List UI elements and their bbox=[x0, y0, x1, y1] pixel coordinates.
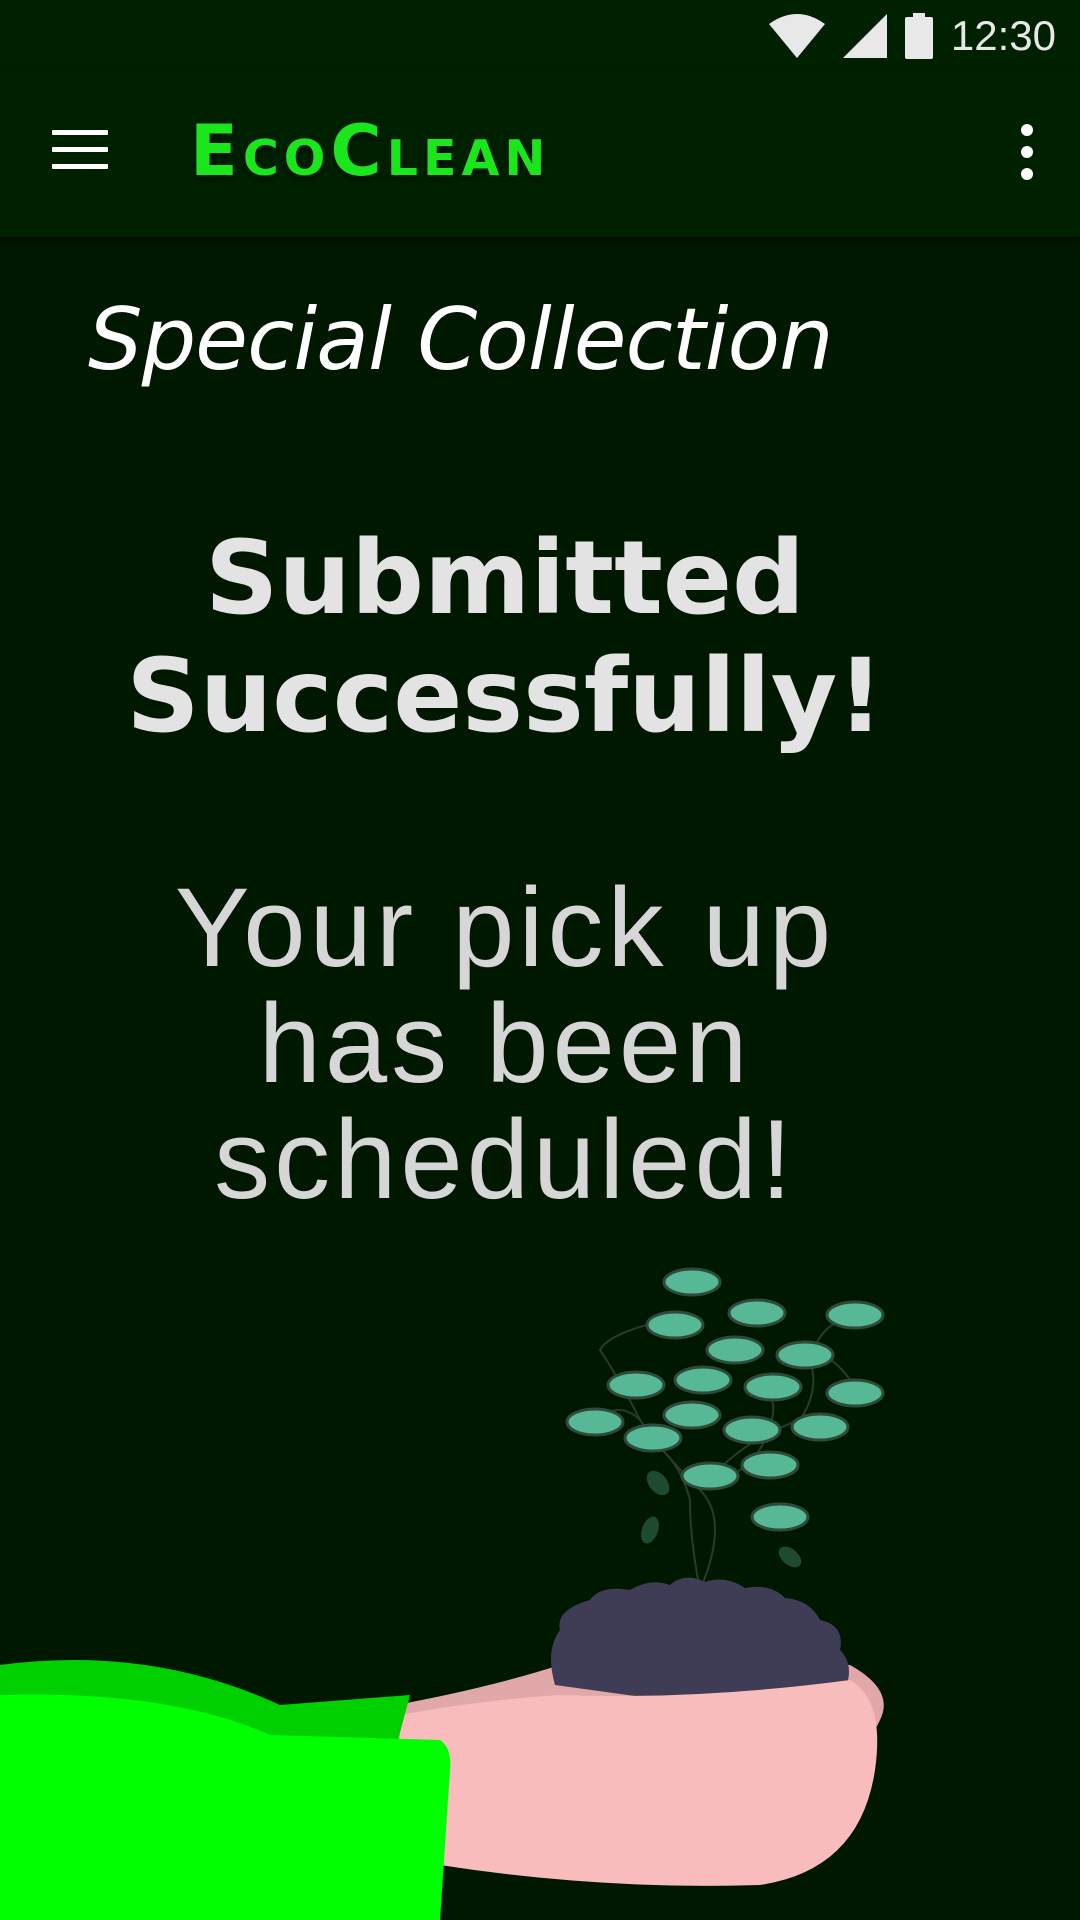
hand-holding-plant-illustration bbox=[0, 1267, 885, 1920]
hamburger-menu-icon[interactable] bbox=[52, 130, 108, 174]
success-headline: Submitted Successfully! bbox=[0, 520, 1010, 756]
status-icons: 12:30 bbox=[768, 10, 1056, 62]
status-bar: 12:30 bbox=[0, 0, 1080, 72]
battery-icon bbox=[904, 13, 933, 59]
section-title: Special Collection bbox=[88, 290, 834, 390]
wifi-icon bbox=[768, 14, 825, 58]
plant-leaves bbox=[565, 1267, 885, 1532]
message-line-3: scheduled! bbox=[214, 1097, 796, 1222]
message-line-1: Your pick up bbox=[174, 865, 836, 990]
confirmation-message: Your pick up has been scheduled! bbox=[0, 870, 1010, 1218]
app-title: EcoClean bbox=[190, 110, 551, 192]
message-line-2: has been bbox=[258, 981, 752, 1106]
more-vert-icon[interactable] bbox=[1014, 124, 1040, 182]
headline-line-2: Successfully! bbox=[126, 637, 884, 756]
headline-line-1: Submitted bbox=[204, 519, 806, 638]
hand-palm bbox=[400, 1680, 878, 1886]
status-time: 12:30 bbox=[950, 12, 1056, 59]
app-bar: EcoClean bbox=[0, 72, 1080, 237]
signal-icon bbox=[842, 14, 887, 58]
